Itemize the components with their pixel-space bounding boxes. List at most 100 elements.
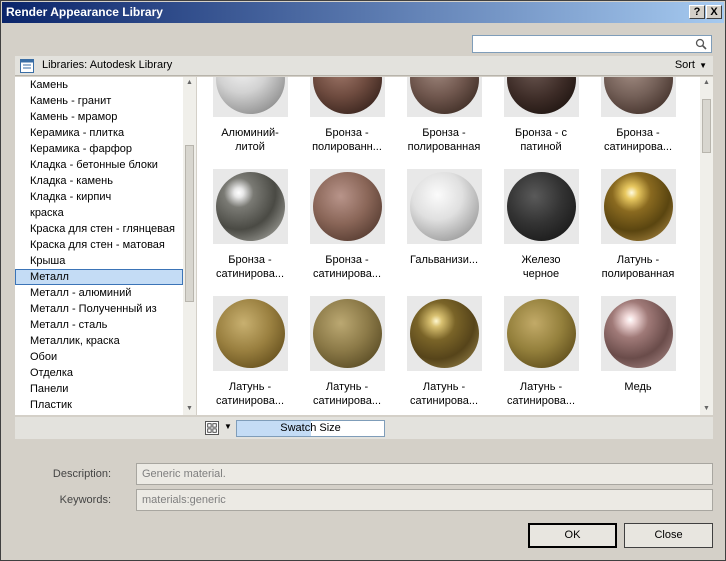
- scroll-up-icon[interactable]: ▲: [700, 77, 713, 89]
- swatch-toolbar: ▼ Swatch Size: [197, 417, 713, 439]
- material-swatch[interactable]: Латунь - сатинирова...: [498, 296, 584, 415]
- swatch-size-label: Swatch Size: [280, 422, 341, 434]
- material-sphere: [313, 299, 382, 368]
- help-button[interactable]: ?: [689, 5, 705, 19]
- category-item[interactable]: Панели: [15, 381, 183, 397]
- material-sphere: [313, 172, 382, 241]
- material-name-line2: сатинирова...: [312, 395, 382, 407]
- view-chevron-down-icon[interactable]: ▼: [224, 422, 232, 431]
- category-item[interactable]: Металл - Полученный из: [15, 301, 183, 317]
- material-sphere: [604, 299, 673, 368]
- category-item[interactable]: краска: [15, 205, 183, 221]
- library-icon[interactable]: [19, 58, 35, 74]
- category-item[interactable]: Камень: [15, 77, 183, 93]
- material-name: Латунь -: [616, 254, 660, 266]
- close-window-button[interactable]: X: [706, 5, 722, 19]
- material-preview[interactable]: [213, 169, 288, 244]
- material-name-line2: патиной: [520, 141, 562, 153]
- material-name: Латунь -: [519, 381, 563, 393]
- material-swatch[interactable]: Латунь - сатинирова...: [401, 296, 487, 415]
- material-swatch[interactable]: Алюминий-литой: [207, 77, 293, 162]
- category-item[interactable]: Крыша: [15, 253, 183, 269]
- material-swatch[interactable]: Бронза - полированная: [401, 77, 487, 162]
- render-appearance-library-dialog: Render Appearance Library ? X Libraries:…: [0, 0, 726, 561]
- category-item[interactable]: Краска для стен - глянцевая: [15, 221, 183, 237]
- material-swatch[interactable]: Бронза - полированн...: [304, 77, 390, 162]
- material-name-line2: полированная: [601, 268, 675, 280]
- material-name: Бронза -: [325, 254, 369, 266]
- material-name-line2: сатинирова...: [215, 268, 285, 280]
- material-swatch[interactable]: Медь: [595, 296, 681, 415]
- material-preview[interactable]: [310, 77, 385, 117]
- category-item[interactable]: Керамика - фарфор: [15, 141, 183, 157]
- material-name-line2: литой: [235, 141, 265, 153]
- category-item[interactable]: Краска для стен - матовая: [15, 237, 183, 253]
- material-name-line2: черное: [522, 268, 560, 280]
- material-swatch[interactable]: Латунь - сатинирова...: [304, 296, 390, 415]
- material-preview[interactable]: [310, 296, 385, 371]
- category-item[interactable]: Отделка: [15, 365, 183, 381]
- material-preview[interactable]: [407, 296, 482, 371]
- material-swatch[interactable]: Латунь - сатинирова...: [207, 296, 293, 415]
- swatch-scrollbar[interactable]: ▲ ▼: [700, 77, 713, 415]
- material-name-line2: полированн...: [312, 141, 382, 153]
- search-input[interactable]: [472, 35, 712, 53]
- ok-button[interactable]: OK: [528, 523, 617, 548]
- material-sphere: [507, 299, 576, 368]
- keywords-label: Keywords:: [59, 494, 111, 506]
- material-swatch[interactable]: Бронза - с патиной: [498, 77, 584, 162]
- material-preview[interactable]: [504, 296, 579, 371]
- material-swatch[interactable]: Гальванизи...: [401, 169, 487, 289]
- material-sphere: [410, 172, 479, 241]
- sort-button[interactable]: Sort: [675, 59, 695, 71]
- swatch-scroll-thumb[interactable]: [702, 99, 711, 153]
- category-item[interactable]: Камень - мрамор: [15, 109, 183, 125]
- material-swatch[interactable]: Латунь - полированная: [595, 169, 681, 289]
- view-grid-icon[interactable]: [205, 421, 219, 435]
- material-preview[interactable]: [504, 77, 579, 117]
- category-item[interactable]: Кладка - камень: [15, 173, 183, 189]
- material-preview[interactable]: [213, 77, 288, 117]
- material-preview[interactable]: [213, 296, 288, 371]
- material-swatch[interactable]: Бронза - сатинирова...: [595, 77, 681, 162]
- material-name: Бронза -: [228, 254, 272, 266]
- material-name: Латунь -: [228, 381, 272, 393]
- material-preview[interactable]: [601, 77, 676, 117]
- category-scroll-thumb[interactable]: [185, 145, 194, 302]
- scroll-down-icon[interactable]: ▼: [183, 403, 196, 415]
- category-item[interactable]: Керамика - плитка: [15, 125, 183, 141]
- keywords-field[interactable]: materials:generic: [136, 489, 713, 511]
- material-swatch[interactable]: Бронза - сатинирова...: [207, 169, 293, 289]
- category-item[interactable]: Обои: [15, 349, 183, 365]
- category-item[interactable]: Металл - сталь: [15, 317, 183, 333]
- material-name: Бронза - с: [515, 127, 567, 139]
- material-preview[interactable]: [601, 296, 676, 371]
- material-preview[interactable]: [407, 169, 482, 244]
- category-item[interactable]: Кладка - бетонные блоки: [15, 157, 183, 173]
- material-swatch[interactable]: Железо черное: [498, 169, 584, 289]
- category-item[interactable]: Камень - гранит: [15, 93, 183, 109]
- category-scrollbar[interactable]: ▲ ▼: [183, 77, 196, 415]
- material-preview[interactable]: [601, 169, 676, 244]
- material-preview[interactable]: [407, 77, 482, 117]
- material-sphere: [410, 77, 479, 114]
- swatch-size-slider[interactable]: Swatch Size: [236, 420, 385, 437]
- sort-chevron-down-icon[interactable]: ▼: [699, 61, 707, 70]
- category-item[interactable]: Пластик: [15, 397, 183, 413]
- material-sphere: [216, 172, 285, 241]
- scroll-up-icon[interactable]: ▲: [183, 77, 196, 89]
- description-field[interactable]: Generic material.: [136, 463, 713, 485]
- title-bar[interactable]: Render Appearance Library ? X: [2, 2, 724, 23]
- material-name: Железо: [521, 254, 561, 266]
- search-icon[interactable]: [695, 38, 707, 50]
- category-item[interactable]: Металлик, краска: [15, 333, 183, 349]
- material-preview[interactable]: [310, 169, 385, 244]
- category-item[interactable]: Кладка - кирпич: [15, 189, 183, 205]
- category-item[interactable]: Металл: [15, 269, 183, 285]
- scroll-down-icon[interactable]: ▼: [700, 403, 713, 415]
- material-sphere: [216, 299, 285, 368]
- category-item[interactable]: Металл - алюминий: [15, 285, 183, 301]
- close-button[interactable]: Close: [624, 523, 713, 548]
- material-swatch[interactable]: Бронза - сатинирова...: [304, 169, 390, 289]
- material-preview[interactable]: [504, 169, 579, 244]
